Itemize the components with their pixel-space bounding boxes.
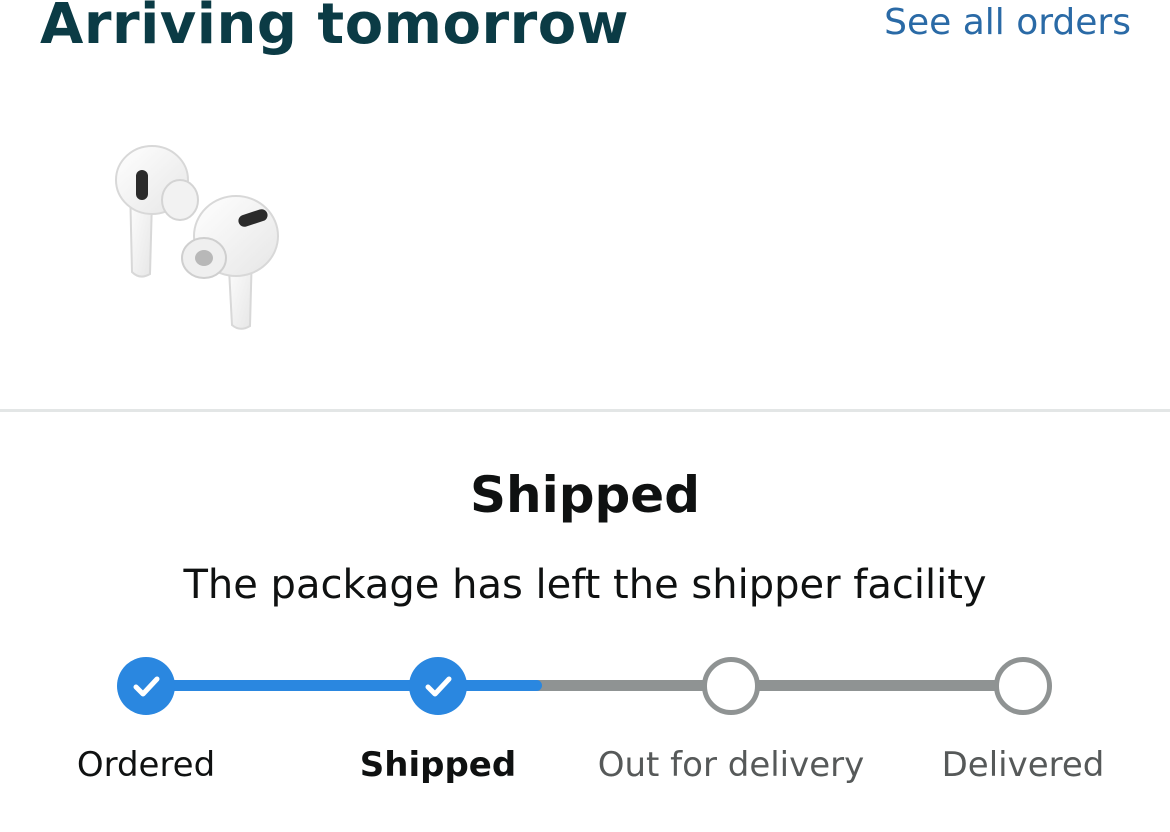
step-node-delivered — [994, 657, 1052, 715]
step-node-shipped — [409, 657, 467, 715]
step-label-shipped: Shipped — [359, 745, 517, 785]
shipment-tracker — [0, 640, 1170, 740]
section-divider — [0, 409, 1170, 412]
status-description: The package has left the shipper facilit… — [183, 562, 987, 608]
checkmark-icon — [133, 676, 160, 697]
page-title: Arriving tomorrow — [40, 0, 629, 57]
see-all-orders-link[interactable]: See all orders — [884, 2, 1131, 43]
checkmark-icon — [425, 676, 452, 697]
status-title: Shipped — [469, 466, 701, 524]
step-node-ordered — [117, 657, 175, 715]
earbuds-icon — [115, 145, 279, 330]
step-label-delivered: Delivered — [941, 745, 1105, 785]
product-image[interactable] — [100, 140, 290, 340]
step-label-out-for-delivery: Out for delivery — [597, 745, 865, 785]
step-node-out-for-delivery — [702, 657, 760, 715]
tracker-line-progress — [146, 680, 542, 691]
step-label-ordered: Ordered — [76, 745, 216, 785]
tracker-line-pending — [510, 680, 1030, 691]
